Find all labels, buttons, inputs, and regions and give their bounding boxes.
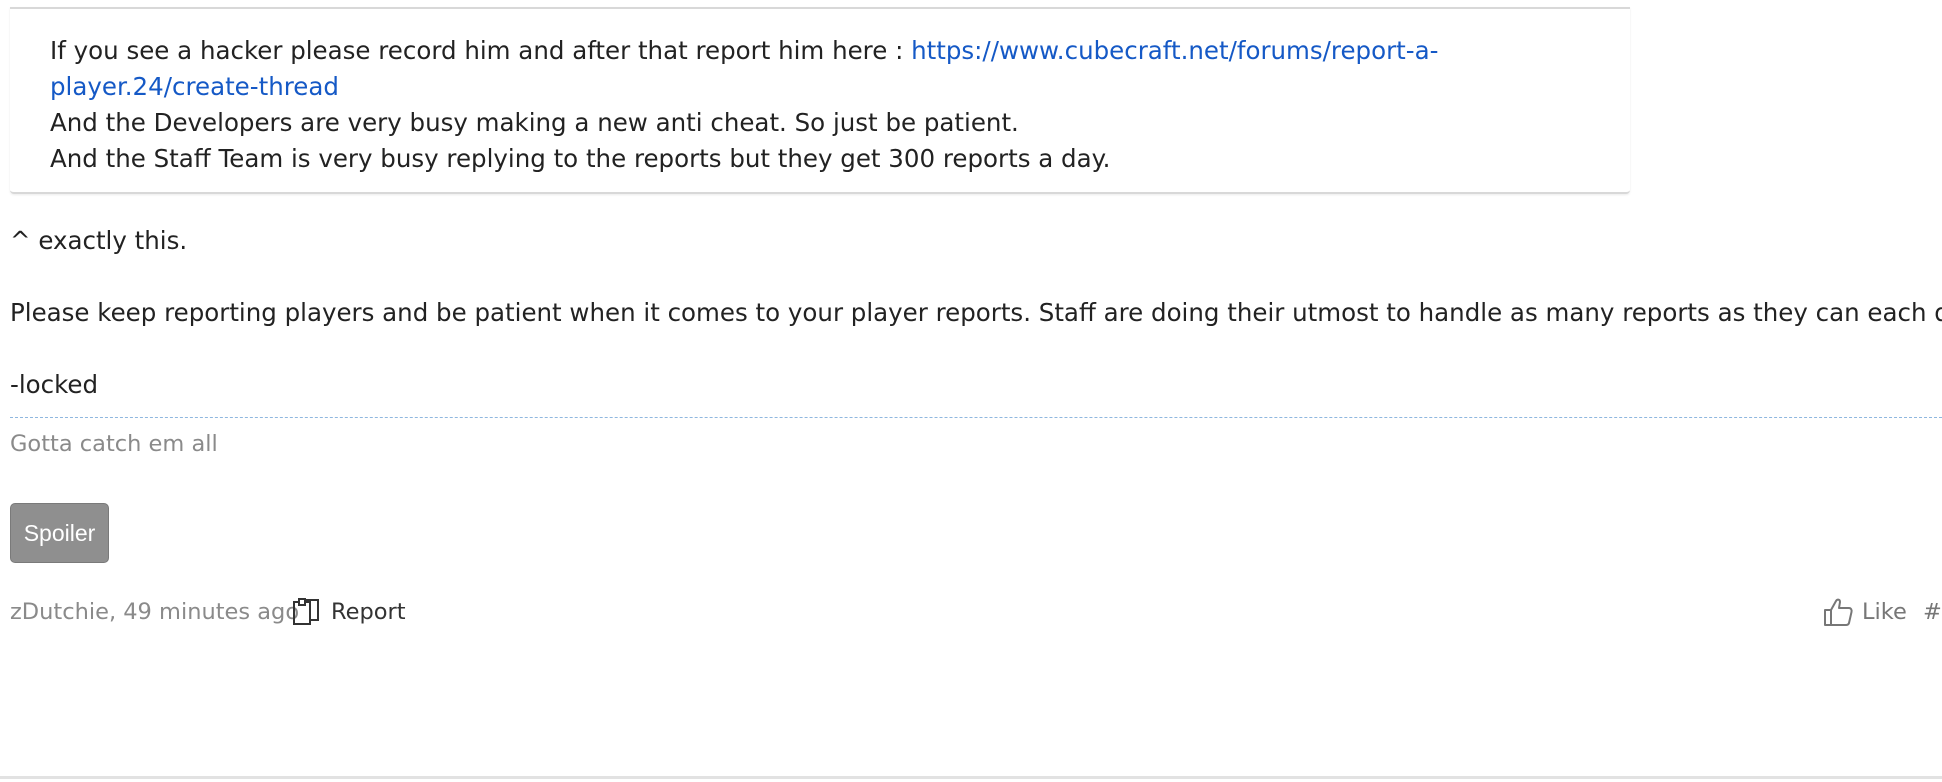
thumbs-up-icon xyxy=(1824,598,1853,626)
post-text-locked: -locked xyxy=(10,370,99,399)
like-button[interactable]: Like xyxy=(1822,594,1907,630)
post-text-keep-reporting: Please keep reporting players and be pat… xyxy=(10,298,1942,327)
quote-line-staff: And the Staff Team is very busy replying… xyxy=(50,144,1111,173)
post-text-exactly-this: ^ exactly this. xyxy=(10,226,188,255)
signature-text: Gotta catch em all xyxy=(10,431,218,457)
post-author-timestamp[interactable]: zDutchie, 49 minutes ago xyxy=(10,596,299,628)
quote-line-developers: And the Developers are very busy making … xyxy=(50,108,1019,137)
report-label: Report xyxy=(331,599,406,625)
signature-divider xyxy=(10,417,1942,418)
quote-content: If you see a hacker please record him an… xyxy=(50,33,1470,177)
quote-intro-text: If you see a hacker please record him an… xyxy=(50,36,912,65)
post-number-link[interactable]: #3 xyxy=(1923,596,1942,628)
quote-line-report: If you see a hacker please record him an… xyxy=(50,33,1470,105)
report-icon xyxy=(293,598,319,625)
quote-box: If you see a hacker please record him an… xyxy=(10,7,1630,194)
post-bottom-border xyxy=(0,776,1942,779)
spoiler-button[interactable]: Spoiler xyxy=(10,503,109,563)
like-label: Like xyxy=(1862,599,1907,625)
report-button[interactable]: Report xyxy=(291,594,406,630)
